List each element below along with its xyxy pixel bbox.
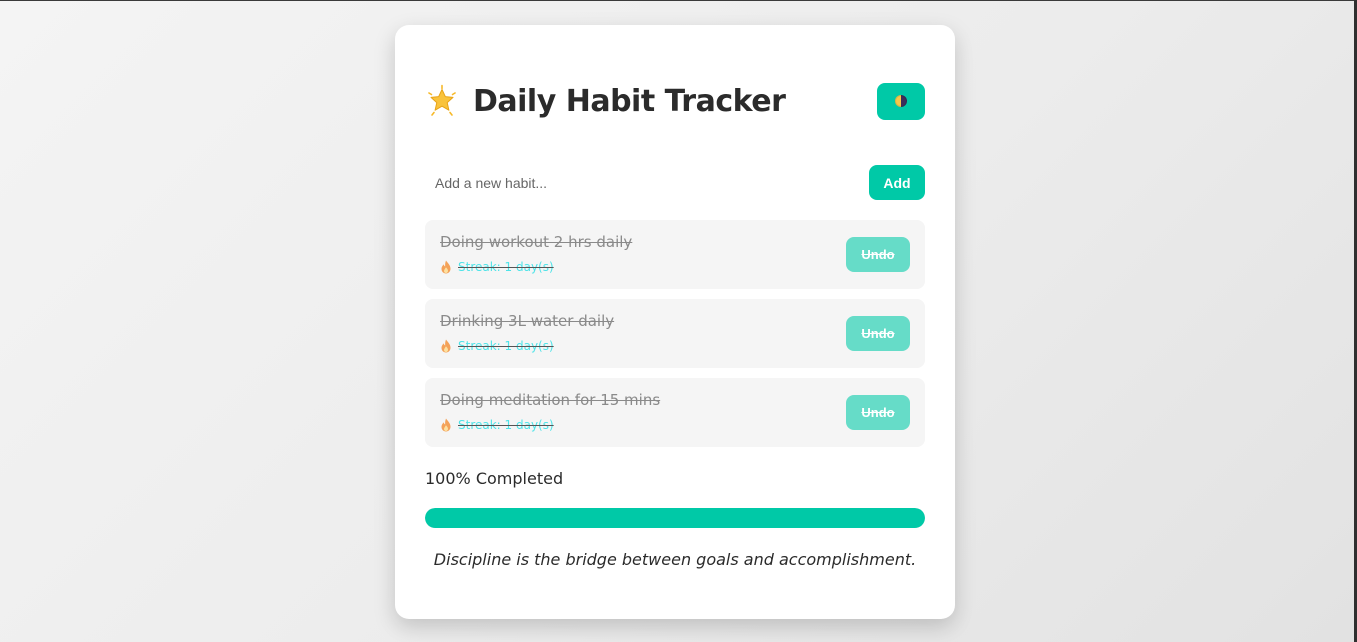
habit-streak: Streak: 1 day(s) — [440, 417, 910, 433]
habit-name: Doing meditation for 15 mins — [440, 391, 661, 409]
glowing-star-icon — [425, 84, 459, 118]
theme-toggle-button[interactable] — [877, 82, 925, 120]
habit-tracker-card: Daily Habit Tracker Add Doing workout 2 … — [395, 25, 955, 619]
fire-icon — [440, 260, 452, 274]
habit-item: Doing meditation for 15 mins Streak: 1 d… — [425, 378, 925, 447]
progress-bar-fill — [425, 508, 925, 528]
progress-label: 100% Completed — [425, 469, 564, 488]
habit-streak: Streak: 1 day(s) — [440, 338, 910, 354]
progress-bar — [425, 508, 925, 528]
streak-label: Streak: 1 day(s) — [458, 260, 554, 274]
habit-streak: Streak: 1 day(s) — [440, 259, 910, 275]
title-wrap: Daily Habit Tracker — [425, 83, 786, 119]
habit-name: Drinking 3L water daily — [440, 312, 615, 330]
habit-list: Doing workout 2 hrs daily Streak: 1 day(… — [425, 220, 925, 457]
fire-icon — [440, 418, 452, 432]
half-moon-contrast-icon — [895, 95, 907, 107]
window-top-edge — [0, 0, 1357, 1]
undo-button[interactable]: Undo — [846, 237, 910, 272]
new-habit-input[interactable] — [425, 165, 869, 200]
habit-item: Drinking 3L water daily Streak: 1 day(s)… — [425, 299, 925, 368]
add-habit-form: Add — [425, 165, 925, 200]
undo-button[interactable]: Undo — [846, 316, 910, 351]
habit-item: Doing workout 2 hrs daily Streak: 1 day(… — [425, 220, 925, 289]
streak-label: Streak: 1 day(s) — [458, 339, 554, 353]
fire-icon — [440, 339, 452, 353]
add-habit-button[interactable]: Add — [869, 165, 925, 200]
motivational-quote: Discipline is the bridge between goals a… — [433, 550, 917, 569]
page-title: Daily Habit Tracker — [473, 83, 786, 119]
undo-button[interactable]: Undo — [846, 395, 910, 430]
habit-name: Doing workout 2 hrs daily — [440, 233, 633, 251]
streak-label: Streak: 1 day(s) — [458, 418, 554, 432]
header: Daily Habit Tracker — [425, 81, 925, 121]
